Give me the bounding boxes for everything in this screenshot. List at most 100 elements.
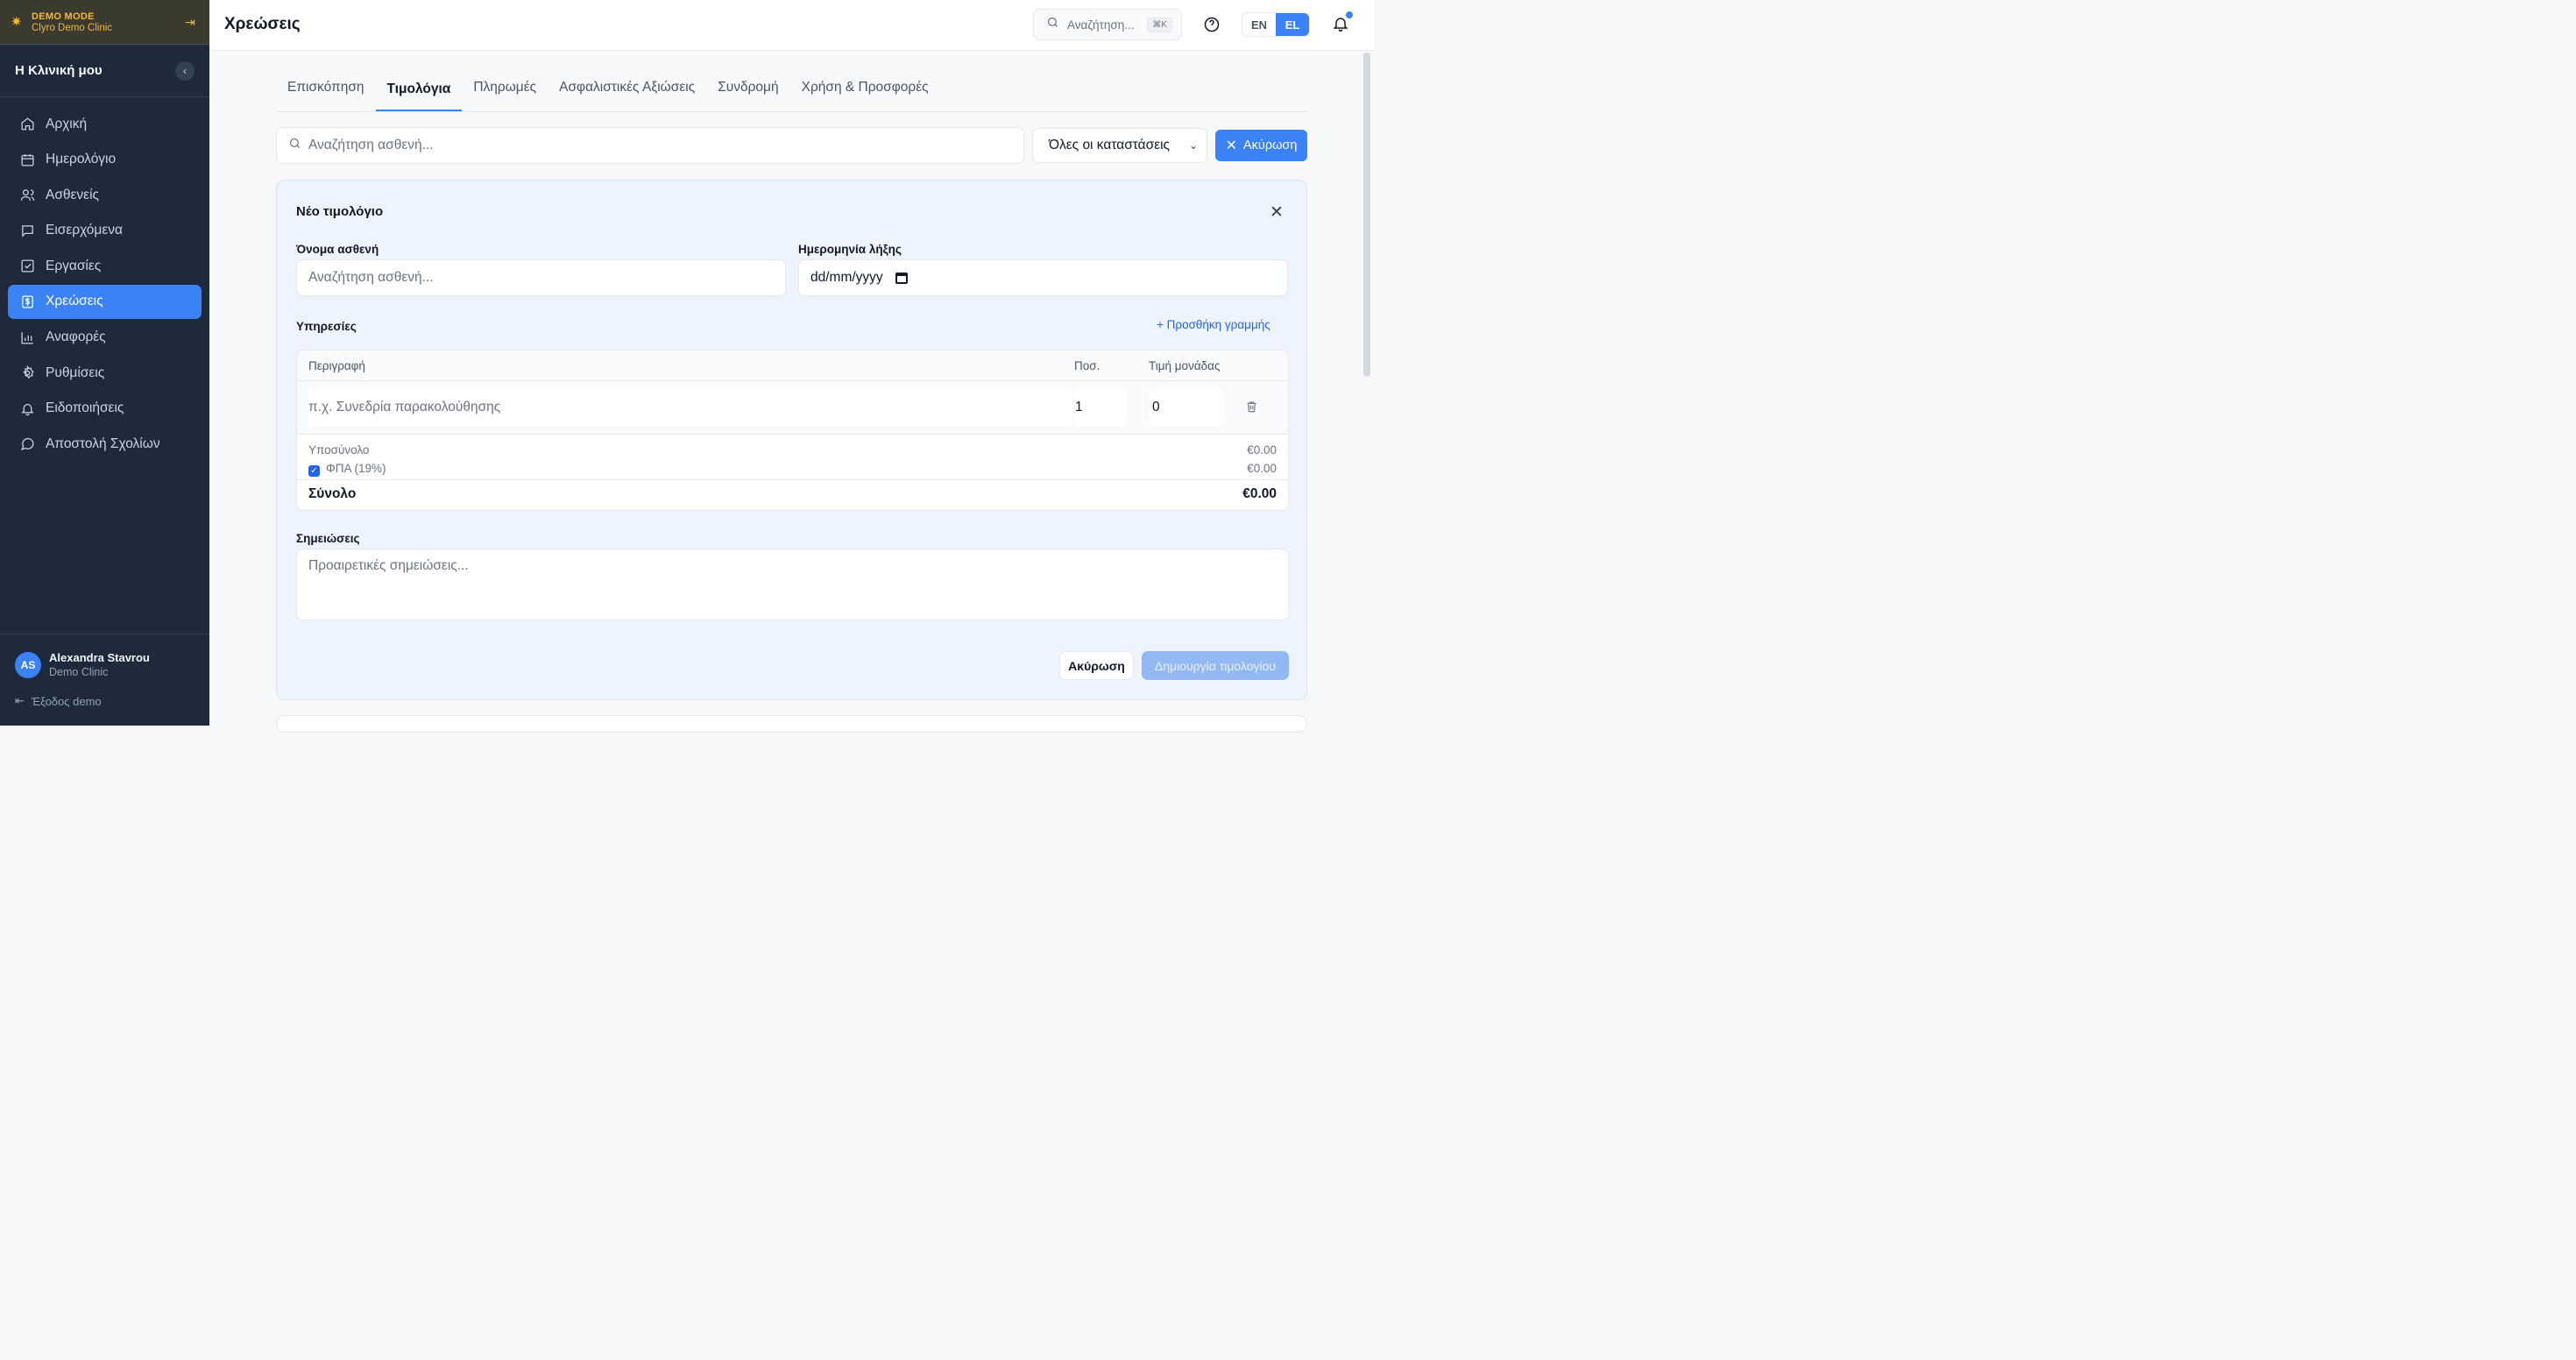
sidebar-item-label: Αναφορές [46, 329, 106, 345]
sidebar-item-billing[interactable]: Χρεώσεις [8, 284, 202, 319]
sidebar-item-calendar[interactable]: Ημερολόγιο [8, 143, 202, 177]
add-line-button[interactable]: + Προσθήκη γραμμής [1157, 318, 1270, 331]
dollar-receipt-icon [18, 293, 36, 310]
sidebar-item-reports[interactable]: Αναφορές [8, 321, 202, 355]
sidebar-nav: Αρχική Ημερολόγιο Ασθενείς Εισερχόμενα Ε… [0, 97, 209, 461]
due-date-input[interactable]: dd/mm/yyyy [798, 259, 1288, 296]
language-option-el[interactable]: EL [1276, 13, 1309, 36]
notes-label: Σημειώσεις [296, 532, 360, 545]
tab-subscription[interactable]: Συνδρομή [706, 68, 789, 107]
clinic-name: Η Κλινική μου [15, 63, 103, 78]
sidebar-item-label: Ασθενείς [46, 187, 100, 202]
due-date-value: dd/mm/yyyy [810, 270, 883, 285]
description-input[interactable]: π.χ. Συνεδρία παρακολούθησης [308, 388, 1072, 426]
new-invoice-form: Νέο τιμολόγιο ✕ Όνομα ασθενή Αναζήτηση α… [276, 180, 1307, 700]
trash-icon[interactable] [1245, 400, 1257, 414]
sidebar-item-label: Ρυθμίσεις [46, 365, 105, 380]
total-value: €0.00 [1242, 486, 1277, 501]
search-icon [1046, 16, 1059, 33]
global-search[interactable]: Αναζήτηση... ⌘K [1033, 9, 1182, 40]
sidebar-item-feedback[interactable]: Αποστολή Σχολίων [8, 427, 202, 461]
subtotal-value: €0.00 [1247, 443, 1277, 457]
vat-checkbox[interactable]: ✓ [308, 465, 320, 477]
calendar-icon [18, 151, 36, 168]
users-icon [18, 187, 36, 204]
sidebar: ✷ DEMO MODE Clyro Demo Clinic ⇥ Η Κλινικ… [0, 0, 209, 726]
column-description: Περιγραφή [308, 359, 365, 372]
tab-usage-offers[interactable]: Χρήση & Προσφορές [790, 68, 940, 107]
create-invoice-button[interactable]: Δημιουργία τιμολογίου [1142, 651, 1289, 680]
sidebar-item-settings[interactable]: Ρυθμίσεις [8, 356, 202, 390]
message-circle-icon [18, 436, 36, 453]
sidebar-item-home[interactable]: Αρχική [8, 107, 202, 141]
demo-mode-label: DEMO MODE [32, 11, 95, 22]
user-name: Alexandra Stavrou [49, 651, 150, 664]
sidebar-item-tasks[interactable]: Εργασίες [8, 249, 202, 283]
sidebar-item-label: Αποστολή Σχολίων [46, 436, 160, 451]
search-icon [288, 137, 301, 154]
exit-demo-icon[interactable]: ⇥ [181, 15, 199, 30]
patient-search-input[interactable]: Αναζήτηση ασθενή... [276, 127, 1024, 164]
sidebar-item-notifications[interactable]: Ειδοποιήσεις [8, 392, 202, 426]
notes-textarea[interactable]: Προαιρετικές σημειώσεις... [296, 549, 1289, 620]
bar-chart-icon [18, 329, 36, 346]
close-icon[interactable]: ✕ [1270, 202, 1284, 223]
sidebar-item-label: Εισερχόμενα [46, 223, 123, 238]
shortcut-badge: ⌘K [1147, 17, 1172, 32]
avatar: AS [15, 651, 41, 678]
column-unit-price: Τιμή μονάδας [1149, 359, 1221, 372]
demo-mode-banner: ✷ DEMO MODE Clyro Demo Clinic ⇥ [0, 0, 209, 45]
sidebar-item-label: Ημερολόγιο [46, 152, 117, 167]
sidebar-item-label: Αρχική [46, 116, 88, 131]
divider [297, 479, 1288, 480]
tab-insurance-claims[interactable]: Ασφαλιστικές Αξιώσεις [548, 68, 706, 107]
user-profile[interactable]: AS Alexandra Stavrou Demo Clinic [0, 634, 209, 678]
patient-name-input[interactable]: Αναζήτηση ασθενή... [296, 259, 786, 296]
top-header: Χρεώσεις Αναζήτηση... ⌘K EN EL [209, 0, 1374, 51]
unit-price-input[interactable]: 0 [1149, 388, 1224, 426]
cancel-label: Ακύρωση [1242, 138, 1298, 152]
language-switcher: EN EL [1242, 12, 1310, 37]
patient-search-placeholder: Αναζήτηση ασθενή... [308, 138, 434, 152]
close-icon: ✕ [1225, 138, 1237, 153]
billing-tabs: Επισκόπηση Τιμολόγια Πληρωμές Ασφαλιστικ… [276, 74, 1307, 112]
global-search-placeholder: Αναζήτηση... [1067, 18, 1135, 32]
exit-demo-link[interactable]: ⇤ Έξοδος demo [0, 678, 209, 708]
due-date-label: Ημερομηνία λήξης [798, 243, 902, 256]
notification-dot [1346, 11, 1353, 18]
sidebar-footer: AS Alexandra Stavrou Demo Clinic ⇤ Έξοδο… [0, 634, 209, 726]
clinic-header: Η Κλινική μου ‹ [0, 45, 209, 97]
sparkles-icon: ✷ [11, 15, 23, 30]
invoices-list-card [276, 715, 1307, 733]
calendar-icon[interactable] [895, 272, 908, 284]
form-title: Νέο τιμολόγιο [296, 204, 384, 219]
tab-invoices[interactable]: Τιμολόγια [375, 68, 463, 111]
home-icon [18, 116, 36, 133]
sidebar-item-patients[interactable]: Ασθενείς [8, 178, 202, 212]
scrollbar[interactable] [1363, 53, 1370, 377]
user-clinic: Demo Clinic [49, 666, 109, 678]
sidebar-item-label: Εργασίες [46, 258, 102, 273]
exit-demo-label: Έξοδος demo [31, 694, 102, 708]
cancel-new-invoice-button[interactable]: ✕ Ακύρωση [1215, 130, 1307, 161]
subtotal-label: Υποσύνολο [308, 443, 370, 457]
tab-overview[interactable]: Επισκόπηση [276, 68, 376, 107]
message-square-icon [18, 222, 36, 239]
totals-section: Υποσύνολο €0.00 ✓ ΦΠΑ (19%) €0.00 Σύνολο … [297, 435, 1288, 510]
settings-icon [18, 365, 36, 382]
cancel-button[interactable]: Ακύρωση [1059, 651, 1134, 680]
language-option-en[interactable]: EN [1242, 13, 1276, 36]
help-icon[interactable] [1203, 16, 1221, 33]
sidebar-item-label: Χρεώσεις [46, 294, 103, 309]
bell-icon [18, 400, 36, 417]
sidebar-item-inbox[interactable]: Εισερχόμενα [8, 214, 202, 248]
table-header: Περιγραφή Ποσ. Τιμή μονάδας [297, 351, 1288, 381]
quantity-input[interactable]: 1 [1074, 388, 1127, 426]
patient-name-label: Όνομα ασθενή [296, 243, 379, 256]
tab-payments[interactable]: Πληρωμές [462, 68, 548, 107]
vat-label: ΦΠΑ (19%) [326, 462, 386, 475]
collapse-sidebar-button[interactable]: ‹ [175, 60, 195, 81]
status-filter-select[interactable]: Όλες οι καταστάσεις ⌄ [1032, 128, 1207, 163]
check-square-icon [18, 258, 36, 275]
chevron-down-icon: ⌄ [1188, 139, 1198, 152]
